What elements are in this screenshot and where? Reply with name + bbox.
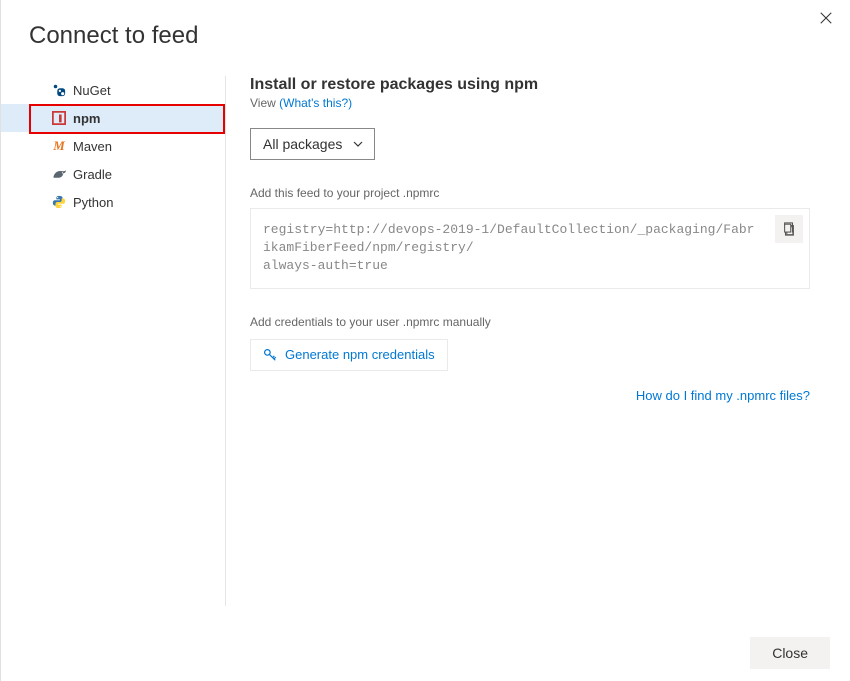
sidebar-item-nuget[interactable]: NuGet [1,76,225,104]
sidebar-item-npm[interactable]: npm [1,104,225,132]
copy-icon [782,222,796,236]
generate-credentials-button[interactable]: Generate npm credentials [250,339,448,371]
code-content: registry=http://devops-2019-1/DefaultCol… [263,222,754,273]
sidebar-item-label: Maven [73,139,112,154]
dialog-close-button[interactable] [816,8,836,28]
dialog-title: Connect to feed [1,0,850,50]
feed-type-sidebar: NuGet npm M Maven Gradle [1,76,226,606]
key-icon [263,348,277,362]
sidebar-item-label: Python [73,195,113,210]
python-icon [51,194,67,210]
view-row: View (What's this?) [250,96,810,110]
view-label: View [250,96,276,110]
connect-to-feed-dialog: Connect to feed NuGet npm M Maven [0,0,850,681]
whats-this-link[interactable]: (What's this?) [279,96,352,110]
maven-icon: M [51,138,67,154]
close-icon [819,11,833,25]
main-content: Install or restore packages using npm Vi… [226,76,850,606]
sidebar-item-label: NuGet [73,83,111,98]
sidebar-item-gradle[interactable]: Gradle [1,160,225,188]
gradle-icon [51,166,67,182]
chevron-down-icon [352,138,364,150]
npm-icon [51,110,67,126]
section-credentials-label: Add credentials to your user .npmrc manu… [250,315,810,329]
nuget-icon [51,82,67,98]
generate-credentials-label: Generate npm credentials [285,347,435,362]
main-heading: Install or restore packages using npm [250,76,810,94]
npmrc-code-box[interactable]: registry=http://devops-2019-1/DefaultCol… [250,208,810,289]
sidebar-item-python[interactable]: Python [1,188,225,216]
view-dropdown[interactable]: All packages [250,128,375,160]
section-add-feed-label: Add this feed to your project .npmrc [250,186,810,200]
sidebar-item-label: npm [73,111,100,126]
sidebar-item-maven[interactable]: M Maven [1,132,225,160]
find-npmrc-help-link[interactable]: How do I find my .npmrc files? [636,388,810,403]
sidebar-item-label: Gradle [73,167,112,182]
dropdown-label: All packages [263,136,342,152]
close-button[interactable]: Close [750,637,830,669]
copy-button[interactable] [775,215,803,243]
